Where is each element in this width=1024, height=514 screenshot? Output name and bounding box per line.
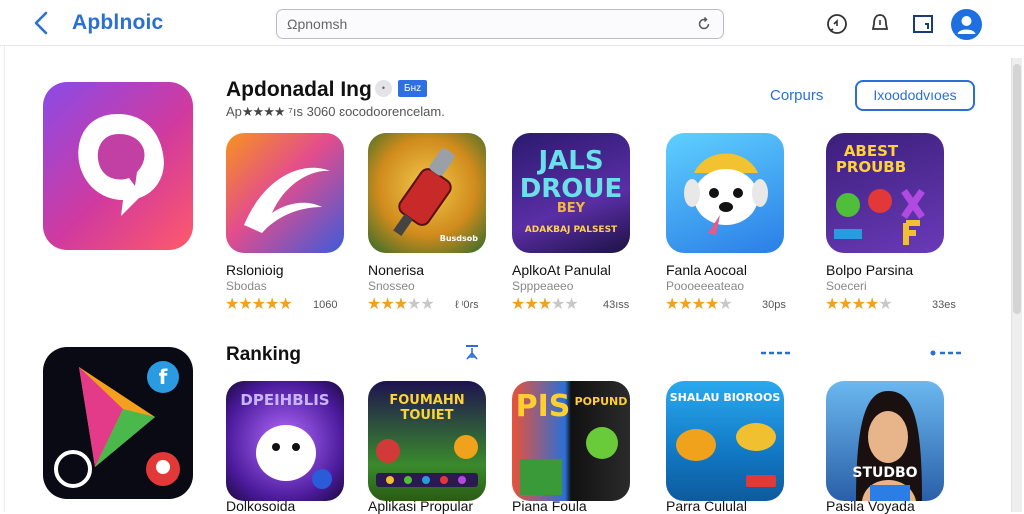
compare-link[interactable]: Corpurs [770,87,823,104]
second-app-icon[interactable]: f [43,347,193,499]
featured-badge: Бнz [398,80,428,97]
refresh-icon[interactable] [695,15,713,33]
app-name[interactable]: AplkoAt Panulal [512,262,611,278]
left-rail [4,46,5,512]
rating-stars: ★★★★★ [225,296,293,313]
top-bar: Αpblnoic Ωpnomsh [0,0,1024,46]
back-arrow-icon[interactable] [30,10,54,36]
split-screen-game-icon [520,427,618,495]
monster-characters-icon [834,189,925,245]
ranking-tile-2[interactable]: FOUMAHN TOUIET [368,381,486,501]
rating-count: 43ıss [603,299,630,311]
tile-caption: ADAKBAJ PALSEST [524,225,618,235]
tile-caption: Busdsob [439,234,478,243]
app-name[interactable]: Bolpo Parsina [826,262,913,278]
app-tile-5[interactable]: ABEST PROUBB [826,133,944,253]
swoosh-logo-icon [244,167,330,233]
notification-icon[interactable] [868,12,892,36]
scrollbar-thumb[interactable] [1013,64,1021,314]
sort-icon[interactable] [463,343,481,361]
rating-stars: ★★★★★ [511,296,579,313]
featured-action-button[interactable]: Ixoododvıoes [855,80,975,111]
app-category: Poooeeeateao [666,279,745,293]
more-options-icon[interactable] [760,343,794,361]
featured-subtitle: Ap★★★★ ⁷ıs 3060 ɛocodoorencelam. [226,104,445,120]
chat-bubble-logo-icon [78,114,164,216]
rating-stars: ★★★★★ [825,296,893,313]
garden-scene-icon [376,435,478,487]
rating-count: 30ps [762,299,786,311]
app-tile-4[interactable] [666,133,784,253]
rating-stars: ★★★★★ [367,296,435,313]
featured-app-icon[interactable] [43,82,193,250]
app-name[interactable]: Nonerisa [368,262,424,278]
app-category: Sbodas [226,279,267,293]
featured-subtitle-prefix: Ap [226,104,242,119]
pagination-dots-icon[interactable] [930,343,966,361]
app-category: Spppeaeeo [512,279,574,293]
app-brand-title: Αpblnoic [72,11,164,34]
play-arrow-logo-icon: f [54,361,180,488]
window-icon[interactable] [911,12,935,36]
cartoon-dog-icon [684,153,768,235]
app-name[interactable]: Rslonioig [226,262,284,278]
woman-portrait-icon [856,391,922,501]
featured-rating-stars: ★★★★ [241,104,286,119]
ranking-tile-1[interactable]: DPEIHBLIS [226,381,344,501]
search-field[interactable]: Ωpnomsh [276,9,724,39]
rating-count: ℓ ᶦ0ɾs [455,299,479,311]
ranking-section-title: Ranking [226,344,301,365]
ranking-tile-4[interactable]: SHALAU BIOROOS [666,381,784,501]
app-category: Soeceri [826,279,867,293]
scrollbar[interactable] [1011,58,1022,512]
tile-subtitle: BEY [556,201,586,216]
chat-icon[interactable] [825,12,849,36]
app-tile-3[interactable]: JALS DROUE BEY ADAKBAJ PALSEST [512,133,630,253]
ranking-tile-5[interactable]: STUDBO [826,381,944,501]
user-avatar[interactable] [951,9,982,40]
fish-characters-icon [676,423,776,487]
app-category: Snosseo [368,279,415,293]
featured-subtitle-rest: ⁷ıs 3060 ɛocodoorencelam. [288,104,445,119]
user-icon [957,16,976,34]
rating-stars: ★★★★★ [665,296,733,313]
ghost-character-icon [256,425,332,489]
svg-text:f: f [159,365,168,389]
ranking-tile-3[interactable]: PIS POPUND [512,381,630,501]
featured-app-title: Apdonadal Ing [226,78,372,101]
rating-count: 1060 [313,299,338,311]
search-placeholder: Ωpnomsh [287,16,348,32]
app-name[interactable]: Fanla Aocoal [666,262,747,278]
tile-title: JALS DROUE [519,146,623,204]
app-tile-2[interactable]: Busdsob [368,133,486,253]
rating-count: 33es [932,299,956,311]
app-tile-1[interactable] [226,133,344,253]
tile-title: STUDBO [852,465,918,481]
info-badge: • [375,80,392,97]
